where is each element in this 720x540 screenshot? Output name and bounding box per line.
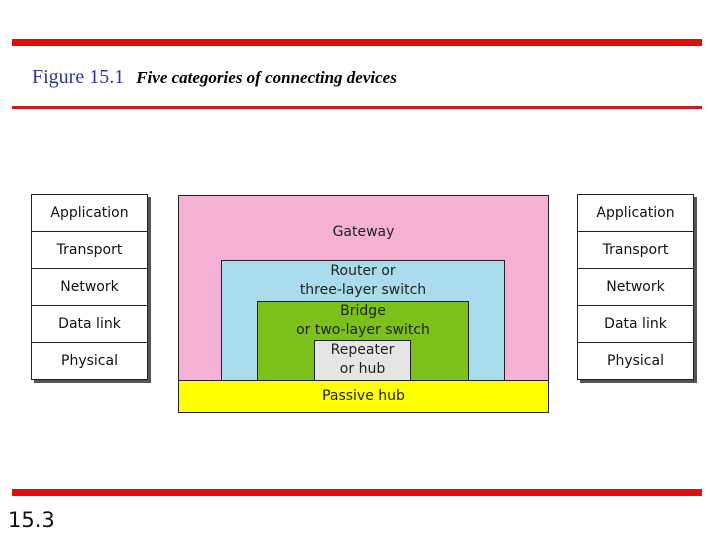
figure-title: Figure 15.1 Five categories of connectin… (32, 66, 397, 89)
page-number: 15.3 (8, 508, 55, 532)
router-label-line2: three-layer switch (299, 282, 427, 298)
repeater-label-line2: or hub (339, 361, 386, 377)
passive-hub-box: Passive hub (178, 380, 549, 413)
router-label-line1: Router or (330, 263, 396, 279)
left-layer-application: Application (50, 205, 129, 221)
right-layer-physical: Physical (578, 342, 693, 379)
title-underline-rule (12, 106, 702, 109)
top-red-rule (12, 39, 702, 46)
left-layer-data-link: Data link (32, 305, 147, 342)
left-layer-transport: Transport (32, 231, 147, 268)
repeater-label-line1: Repeater (330, 342, 395, 358)
passive-hub-label: Passive hub (322, 388, 405, 404)
figure-caption: Five categories of connecting devices (136, 68, 397, 87)
left-layer-network: Network (32, 268, 147, 305)
right-layer-application: Application (596, 205, 675, 221)
bottom-red-rule (12, 489, 702, 496)
right-layer-data-link: Data link (578, 305, 693, 342)
right-layer-network: Network (578, 268, 693, 305)
right-layer-transport: Transport (578, 231, 693, 268)
figure-number: Figure 15.1 (32, 66, 125, 88)
gateway-label: Gateway (332, 224, 395, 240)
right-protocol-stack: Application Transport Network Data link … (577, 194, 694, 380)
bridge-label-line1: Bridge (340, 303, 386, 319)
left-layer-physical: Physical (32, 342, 147, 379)
bridge-label-line2: or two-layer switch (296, 322, 430, 338)
left-protocol-stack: Application Transport Network Data link … (31, 194, 148, 380)
repeater-box: Repeater or hub (314, 340, 411, 381)
